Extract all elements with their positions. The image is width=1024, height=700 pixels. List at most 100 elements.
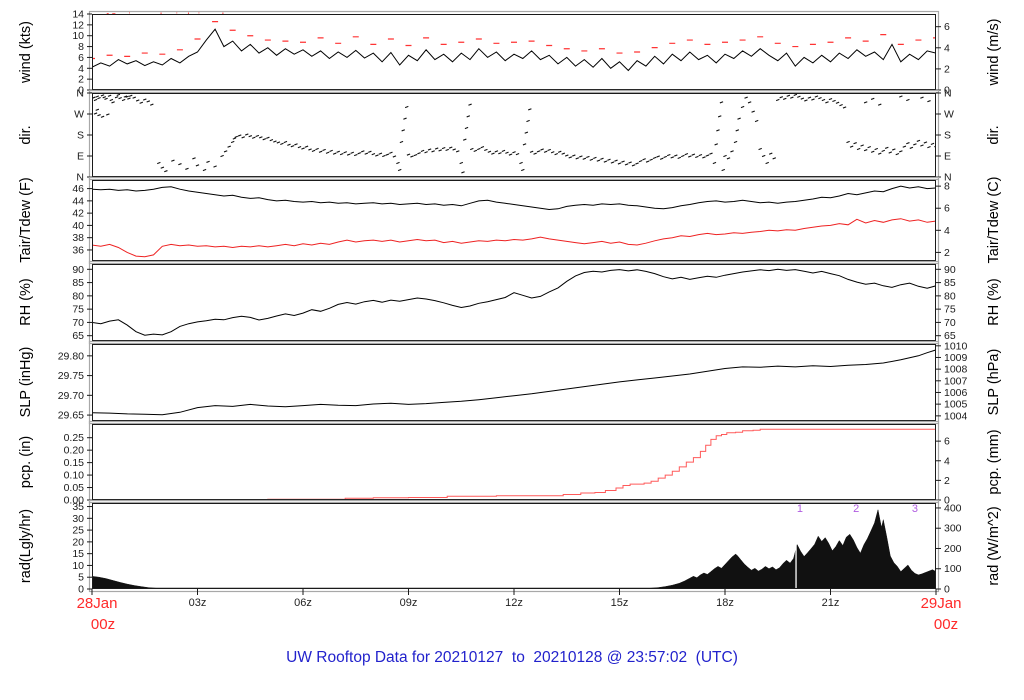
y-tick-label: S [77, 130, 84, 142]
pcp-right-axis-label: pcp. (mm) [986, 429, 1002, 495]
y-tick-label: 25 [72, 525, 84, 537]
y-tick-label: 0.10 [64, 470, 85, 482]
y-tick-label: 65 [72, 330, 84, 342]
y-tick-label: 2 [78, 74, 84, 86]
x-tick-label: 06z [294, 597, 312, 609]
y-tick-label: S [944, 130, 951, 142]
y-tick-label: N [76, 88, 84, 100]
x-tick-label: 21z [821, 597, 840, 609]
y-tick-label: 0.15 [64, 457, 85, 469]
wind-right-axis-label: wind (m/s) [986, 18, 1002, 86]
temp-right-axis-label: Tair/Tdew (C) [986, 176, 1002, 264]
y-tick-label: 0.05 [64, 482, 85, 494]
y-tick-label: 400 [944, 502, 962, 514]
y-tick-label: 30 [72, 513, 84, 525]
y-tick-label: 14 [72, 9, 84, 21]
temp-plot-panel: 3638404244462468 [72, 176, 950, 265]
y-tick-label: 42 [72, 208, 84, 220]
y-tick-label: 12 [72, 19, 84, 31]
y-tick-label: 10 [72, 30, 84, 42]
y-tick-label: 36 [72, 244, 84, 256]
y-tick-label: 29.70 [58, 390, 84, 402]
y-tick-label: 6 [944, 21, 950, 33]
y-tick-label: 80 [72, 290, 84, 302]
x-tick-label: 03z [188, 597, 207, 609]
y-tick-label: 46 [72, 183, 84, 195]
slp-plot-panel: 29.65 29.70 29.75 29.80 10041005100610071008… [58, 340, 968, 425]
y-tick-label: W [74, 109, 84, 121]
y-tick-label: 4 [944, 42, 950, 54]
wind-left-axis-label: wind (kts) [18, 20, 34, 84]
dir-left-axis-label: dir. [18, 125, 34, 145]
y-tick-label: 300 [944, 523, 962, 535]
x-tick-label: 12z [505, 597, 523, 609]
y-tick-label: 1009 [944, 352, 968, 364]
y-tick-label: 8 [78, 41, 84, 53]
y-tick-label: 90 [944, 264, 956, 276]
x-axis-start-date: 28Jan [76, 595, 118, 612]
y-tick-label: 0 [78, 584, 84, 596]
y-tick-label: 15 [72, 548, 84, 560]
y-tick-label: 75 [944, 304, 956, 316]
y-tick-label: 20 [72, 536, 84, 548]
pcp-plot-panel: 0.000.050.100.150.200.250246 [64, 420, 950, 507]
y-tick-label: 29.75 [58, 370, 84, 382]
rad-event-marker: 1 [796, 503, 803, 515]
y-tick-label: 6 [944, 436, 950, 448]
y-tick-label: 35 [72, 501, 84, 513]
y-tick-label: 5 [78, 572, 84, 584]
y-tick-label: 6 [944, 203, 950, 215]
rad-plot-panel: 051015202530350100200300400 [72, 499, 962, 596]
y-tick-label: 70 [944, 317, 956, 329]
y-tick-label: 1005 [944, 399, 968, 411]
y-tick-label: 4 [944, 455, 950, 467]
rad-event-marker: 2 [853, 503, 860, 515]
y-tick-label: E [77, 151, 84, 163]
y-tick-label: 38 [72, 232, 84, 244]
rad-right-axis-label: rad (W/m^2) [986, 506, 1002, 586]
y-tick-label: 29.65 [58, 410, 84, 422]
x-axis-end-time: 00z [933, 616, 959, 633]
y-tick-label: 70 [72, 317, 84, 329]
y-tick-label: 2 [944, 247, 950, 259]
x-tick-label: 18z [716, 597, 734, 609]
y-tick-label: N [76, 172, 84, 184]
rh-plot-panel: 657075808590657075808590 [72, 260, 956, 345]
y-tick-label: 1006 [944, 387, 968, 399]
y-tick-label: 2 [944, 475, 950, 487]
y-tick-label: 1008 [944, 364, 968, 376]
rad-event-marker: 3 [911, 503, 918, 515]
chart-title: UW Rooftop Data for 20210127 to 20210128… [286, 649, 738, 666]
y-tick-label: 40 [72, 220, 84, 232]
rh-left-axis-label: RH (%) [18, 278, 34, 326]
y-tick-label: N [944, 88, 952, 100]
wind-plot-panel: 024681012140246 [72, 9, 950, 97]
y-tick-label: 4 [944, 225, 950, 237]
y-tick-label: 1010 [944, 340, 968, 352]
y-tick-label: 0.25 [64, 432, 85, 444]
y-tick-label: 1004 [944, 410, 968, 422]
meteogram-page: wind (kts) dir. Tair/Tdew (F) RH (%) SLP… [0, 0, 1024, 700]
y-tick-label: 4 [78, 63, 84, 75]
y-tick-label: 200 [944, 543, 962, 555]
y-tick-label: W [944, 109, 954, 121]
x-tick-label: 09z [399, 597, 418, 609]
y-tick-label: 2 [944, 63, 950, 75]
y-tick-label: 6 [78, 52, 84, 64]
x-axis-start-time: 00z [90, 616, 116, 633]
y-tick-label: 8 [944, 181, 950, 193]
y-tick-label: 0.20 [64, 445, 85, 457]
y-tick-label: E [944, 151, 951, 163]
plot-area: wind (kts) dir. Tair/Tdew (F) RH (%) SLP… [0, 0, 1024, 700]
y-tick-label: 100 [944, 563, 962, 575]
y-tick-label: 0 [944, 584, 950, 596]
slp-right-axis-label: SLP (hPa) [986, 348, 1002, 416]
temp-left-axis-label: Tair/Tdew (F) [18, 177, 34, 263]
y-tick-label: 85 [72, 277, 84, 289]
rad-left-axis-label: rad(Lgly/hr) [18, 508, 34, 584]
dir-plot-panel: NWSENNWSEN [74, 88, 954, 184]
rh-right-axis-label: RH (%) [986, 278, 1002, 326]
y-tick-label: 75 [72, 304, 84, 316]
x-axis-end-date: 29Jan [920, 595, 962, 612]
y-tick-label: 10 [72, 560, 84, 572]
